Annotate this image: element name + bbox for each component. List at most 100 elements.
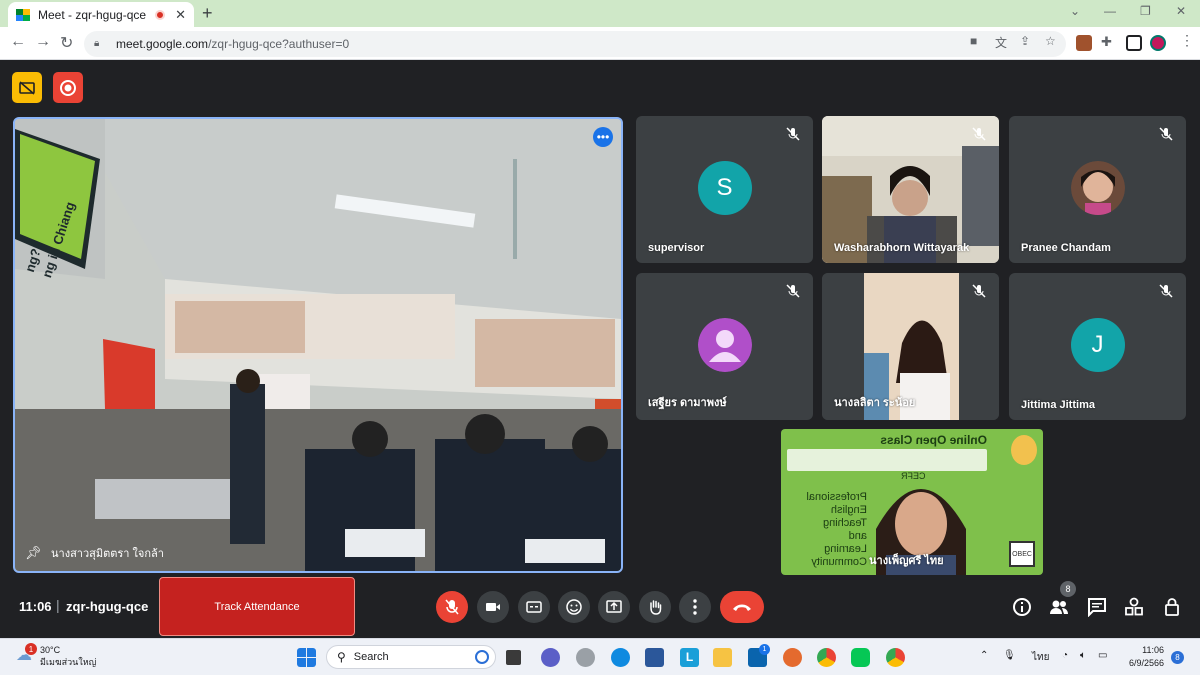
leave-call-button[interactable] xyxy=(720,591,764,623)
people-count-badge: 8 xyxy=(1060,581,1076,597)
track-attendance-button[interactable]: Track Attendance xyxy=(159,577,355,636)
clock-date: 6/9/2566 xyxy=(1128,658,1164,668)
participant-tile[interactable]: นางลลิตา ระน้อย xyxy=(822,273,999,420)
snipping-tool-icon[interactable] xyxy=(783,648,802,667)
new-tab-button[interactable]: + xyxy=(202,3,213,24)
reload-button[interactable]: ↻ xyxy=(60,33,73,53)
taskbar-search[interactable]: ⚲ Search xyxy=(326,645,496,669)
camera-icon xyxy=(486,603,500,611)
default-avatar-icon xyxy=(697,318,752,372)
host-controls-lock-icon[interactable] xyxy=(1162,597,1182,617)
search-label: Search xyxy=(353,651,389,663)
app-icon[interactable] xyxy=(576,648,595,667)
translate-icon[interactable]: 文 xyxy=(995,34,1007,51)
chevron-up-icon[interactable]: ⌃ xyxy=(980,650,988,661)
minimize-button[interactable]: — xyxy=(1104,4,1116,18)
weather-temp: 30°C xyxy=(40,645,61,655)
obec-badge: OBEC xyxy=(1009,541,1035,567)
address-bar[interactable]: 🔒︎ meet.google.com/zqr-hgug-qce?authuser… xyxy=(84,31,1066,57)
windows-start-icon[interactable] xyxy=(297,648,316,667)
avatar: S xyxy=(697,161,752,215)
side-panel-icon[interactable] xyxy=(1126,35,1142,51)
meeting-time: 11:06 xyxy=(19,599,52,614)
banner-subtitle-strip xyxy=(787,449,987,471)
participant-tile[interactable]: Washarabhorn Wittayarak xyxy=(822,116,999,263)
close-window-button[interactable]: ✕ xyxy=(1176,4,1186,18)
search-icon: ⚲ xyxy=(337,650,346,664)
chat-icon[interactable] xyxy=(1087,597,1107,617)
system-clock[interactable]: 11:06 6/9/2566 xyxy=(1122,644,1164,670)
word-icon[interactable] xyxy=(645,648,664,667)
input-language[interactable]: ไทย xyxy=(1032,650,1049,665)
emoji-icon xyxy=(566,599,582,615)
mail-badge: 1 xyxy=(759,644,770,655)
main-video-tile[interactable]: ng? ng in Chiang ••• 📌︎ นางสาวสุมิตตรา ใ… xyxy=(13,117,623,573)
os-taskbar: ☁ 30°C มีเมฆส่วนใหญ่ 1 ⚲ Search L 1 ⌃ 🎙︎… xyxy=(0,638,1200,675)
launcher-l-icon[interactable]: L xyxy=(680,648,699,667)
meeting-controls: 11:06 | zqr-hgug-qce Track Attendance 8 xyxy=(0,575,1200,638)
recording-indicator-icon xyxy=(155,9,166,20)
captions-off-icon[interactable] xyxy=(12,72,42,103)
camera-in-use-icon[interactable]: ■ xyxy=(970,34,977,48)
weather-alert-badge: 1 xyxy=(25,643,37,655)
emoji-reaction-button[interactable] xyxy=(558,591,590,623)
browser-tab[interactable]: Meet - zqr-hgug-qce ✕ xyxy=(8,2,194,27)
extensions-puzzle-icon[interactable]: ✚ xyxy=(1101,34,1112,50)
meet-favicon xyxy=(16,8,30,21)
banner-line: Community xyxy=(811,556,867,568)
share-icon[interactable]: ⇪ xyxy=(1020,34,1030,48)
divider: | xyxy=(56,597,60,613)
banner-line: Professional xyxy=(806,491,867,503)
info-icon[interactable] xyxy=(1012,597,1032,617)
participant-tile[interactable]: เสฐียร ดามาพงษ์ xyxy=(636,273,813,420)
wifi-icon[interactable]: ◔ xyxy=(1062,650,1068,661)
volume-icon[interactable]: 🔈︎ xyxy=(1080,650,1086,661)
tab-search-icon[interactable]: ⌄ xyxy=(1070,4,1080,18)
clock-time: 11:06 xyxy=(1142,645,1164,655)
pin-icon[interactable]: 📌︎ xyxy=(25,545,42,561)
captions-button[interactable] xyxy=(518,591,550,623)
raise-hand-button[interactable] xyxy=(639,591,671,623)
camera-toggle-button[interactable] xyxy=(477,591,509,623)
teams-chat-icon[interactable] xyxy=(541,648,560,667)
participant-name: Pranee Chandam xyxy=(1021,242,1111,254)
battery-icon[interactable]: ▭ xyxy=(1098,650,1107,661)
close-tab-icon[interactable]: ✕ xyxy=(175,7,186,23)
participant-tile[interactable]: J Jittima Jittima xyxy=(1009,273,1186,420)
hand-icon xyxy=(650,600,662,615)
microphone-icon[interactable]: 🎙︎ xyxy=(1003,650,1016,661)
bing-icon xyxy=(475,650,489,664)
edge-icon[interactable] xyxy=(611,648,630,667)
extension-icon[interactable] xyxy=(1076,35,1092,51)
people-icon[interactable] xyxy=(1049,597,1069,617)
task-view-icon[interactable] xyxy=(506,650,521,665)
kebab-icon xyxy=(693,599,697,615)
back-button[interactable]: ← xyxy=(10,33,26,51)
participant-tile[interactable]: S supervisor xyxy=(636,116,813,263)
mic-off-icon xyxy=(972,127,986,141)
notification-badge[interactable]: 8 xyxy=(1171,651,1184,664)
more-options-icon[interactable]: ••• xyxy=(593,127,613,147)
bookmark-star-icon[interactable]: ☆ xyxy=(1045,34,1056,48)
url-path: /zqr-hgug-qce?authuser=0 xyxy=(208,37,350,51)
menu-kebab-icon[interactable]: ⋮ xyxy=(1180,32,1194,49)
present-screen-button[interactable] xyxy=(598,591,630,623)
chrome-active-icon[interactable] xyxy=(886,648,905,667)
restore-button[interactable]: ❐ xyxy=(1140,4,1151,18)
participant-tile[interactable]: Pranee Chandam xyxy=(1009,116,1186,263)
line-app-icon[interactable] xyxy=(851,648,870,667)
file-explorer-icon[interactable] xyxy=(713,648,732,667)
url-host: meet.google.com xyxy=(116,37,209,51)
recording-button[interactable] xyxy=(53,72,83,103)
profile-avatar[interactable] xyxy=(1150,35,1166,51)
activities-icon[interactable] xyxy=(1124,597,1144,617)
banner-text: Professional English Teaching and Learni… xyxy=(787,491,867,569)
presenter-tile[interactable]: Online Open Class CEFR Professional Engl… xyxy=(781,429,1043,575)
forward-button[interactable]: → xyxy=(35,33,51,51)
browser-toolbar: ← → ↻ 🔒︎ meet.google.com/zqr-hgug-qce?au… xyxy=(0,27,1200,60)
hang-up-icon xyxy=(733,604,751,611)
more-options-button[interactable] xyxy=(679,591,711,623)
chrome-icon[interactable] xyxy=(817,648,836,667)
mic-off-icon xyxy=(786,284,800,298)
mic-toggle-button[interactable] xyxy=(436,591,468,623)
